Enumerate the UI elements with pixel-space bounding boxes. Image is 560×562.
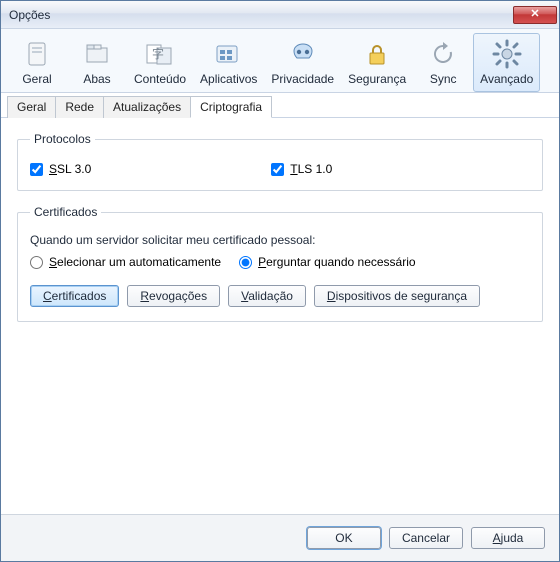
- subtab-geral[interactable]: Geral: [7, 96, 56, 118]
- certificates-group: Certificados Quando um servidor solicita…: [17, 205, 543, 322]
- toolbar-item-geral[interactable]: Geral: [7, 33, 67, 92]
- validation-button[interactable]: Validação: [228, 285, 306, 307]
- privacy-icon: [287, 38, 319, 70]
- toolbar-label: Avançado: [480, 72, 533, 86]
- help-button[interactable]: Ajuda: [471, 527, 545, 549]
- subtab-rede[interactable]: Rede: [55, 96, 104, 118]
- checkbox-tls1-label: TLS 1.0: [290, 162, 332, 176]
- advanced-subtabs: Geral Rede Atualizações Criptografia: [1, 93, 559, 118]
- toolbar-item-abas[interactable]: Abas: [67, 33, 127, 92]
- toolbar-label: Privacidade: [271, 72, 334, 86]
- radio-ask-label: Perguntar quando necessário: [258, 255, 415, 269]
- cert-prompt-text: Quando um servidor solicitar meu certifi…: [30, 233, 530, 247]
- category-toolbar: Geral Abas 字 Conteúdo Aplicativos Privac…: [1, 29, 559, 93]
- toolbar-item-avancado[interactable]: Avançado: [473, 33, 540, 92]
- sync-icon: [427, 38, 459, 70]
- toolbar-item-privacidade[interactable]: Privacidade: [264, 33, 341, 92]
- checkbox-tls1[interactable]: TLS 1.0: [271, 162, 332, 176]
- checkbox-ssl3-input[interactable]: [30, 163, 43, 176]
- checkbox-ssl3[interactable]: SSL 3.0: [30, 162, 91, 176]
- toolbar-item-conteudo[interactable]: 字 Conteúdo: [127, 33, 193, 92]
- security-devices-button[interactable]: Dispositivos de segurança: [314, 285, 480, 307]
- ok-button[interactable]: OK: [307, 527, 381, 549]
- svg-text:字: 字: [152, 46, 164, 61]
- close-icon: ✕: [530, 9, 539, 20]
- certificates-legend: Certificados: [30, 205, 101, 219]
- toolbar-item-sync[interactable]: Sync: [413, 33, 473, 92]
- security-icon: [361, 38, 393, 70]
- revocations-button[interactable]: Revogações: [127, 285, 220, 307]
- toolbar-label: Sync: [430, 72, 457, 86]
- cancel-button[interactable]: Cancelar: [389, 527, 463, 549]
- protocols-group: Protocolos SSL 3.0 TLS 1.0: [17, 132, 543, 191]
- toolbar-label: Conteúdo: [134, 72, 186, 86]
- dialog-footer: OK Cancelar Ajuda: [1, 514, 559, 561]
- close-button[interactable]: ✕: [513, 6, 557, 24]
- checkbox-tls1-input[interactable]: [271, 163, 284, 176]
- certificates-button[interactable]: Certificados: [30, 285, 119, 307]
- titlebar: Opções ✕: [1, 1, 559, 29]
- radio-ask-input[interactable]: [239, 256, 252, 269]
- toolbar-label: Segurança: [348, 72, 406, 86]
- toolbar-label: Abas: [83, 72, 110, 86]
- subtab-criptografia[interactable]: Criptografia: [190, 96, 272, 118]
- advanced-icon: [491, 38, 523, 70]
- subtab-atualizacoes[interactable]: Atualizações: [103, 96, 191, 118]
- tab-content: Protocolos SSL 3.0 TLS 1.0 Certificados …: [1, 118, 559, 514]
- checkbox-ssl3-label: SSL 3.0: [49, 162, 91, 176]
- tabs-icon: [81, 38, 113, 70]
- radio-select-auto-input[interactable]: [30, 256, 43, 269]
- toolbar-item-seguranca[interactable]: Segurança: [341, 33, 413, 92]
- toolbar-item-aplicativos[interactable]: Aplicativos: [193, 33, 264, 92]
- toolbar-label: Geral: [22, 72, 51, 86]
- toolbar-label: Aplicativos: [200, 72, 257, 86]
- radio-ask[interactable]: Perguntar quando necessário: [239, 255, 415, 269]
- radio-select-auto-label: Selecionar um automaticamente: [49, 255, 221, 269]
- options-window: Opções ✕ Geral Abas 字 Conteúdo: [0, 0, 560, 562]
- general-icon: [21, 38, 53, 70]
- applications-icon: [213, 38, 245, 70]
- content-icon: 字: [144, 38, 176, 70]
- window-title: Opções: [9, 8, 513, 22]
- radio-select-auto[interactable]: Selecionar um automaticamente: [30, 255, 221, 269]
- protocols-legend: Protocolos: [30, 132, 95, 146]
